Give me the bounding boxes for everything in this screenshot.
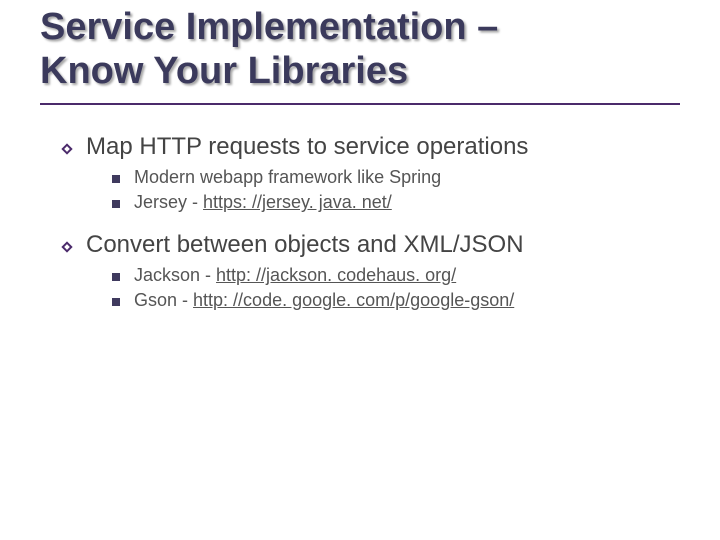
- bullet-level2: Gson - http: //code. google. com/p/googl…: [112, 290, 680, 311]
- list-item-text: Jackson - http: //jackson. codehaus. org…: [134, 265, 456, 286]
- slide-title: Service Implementation – Know Your Libra…: [40, 0, 680, 105]
- section-heading: Map HTTP requests to service operations: [86, 133, 528, 161]
- sub-list: Modern webapp framework like Spring Jers…: [112, 167, 680, 213]
- bullet-level2: Jersey - https: //jersey. java. net/: [112, 192, 680, 213]
- bullet-level2: Modern webapp framework like Spring: [112, 167, 680, 188]
- bullet-level1: Convert between objects and XML/JSON: [60, 231, 680, 259]
- diamond-bullet-icon: [60, 142, 74, 156]
- section-heading: Convert between objects and XML/JSON: [86, 231, 524, 259]
- bullet-level1: Map HTTP requests to service operations: [60, 133, 680, 161]
- list-item-text: Gson - http: //code. google. com/p/googl…: [134, 290, 514, 311]
- list-item-prefix: Jackson -: [134, 265, 216, 285]
- jackson-link[interactable]: http: //jackson. codehaus. org/: [216, 265, 456, 285]
- slide: Service Implementation – Know Your Libra…: [0, 0, 720, 540]
- gson-link[interactable]: http: //code. google. com/p/google-gson/: [193, 290, 514, 310]
- list-item-text: Modern webapp framework like Spring: [134, 167, 441, 188]
- title-line-2: Know Your Libraries: [40, 50, 408, 92]
- square-bullet-icon: [112, 273, 120, 281]
- jersey-link[interactable]: https: //jersey. java. net/: [203, 192, 392, 212]
- sub-list: Jackson - http: //jackson. codehaus. org…: [112, 265, 680, 311]
- list-item-text: Jersey - https: //jersey. java. net/: [134, 192, 392, 213]
- square-bullet-icon: [112, 298, 120, 306]
- square-bullet-icon: [112, 200, 120, 208]
- diamond-bullet-icon: [60, 240, 74, 254]
- square-bullet-icon: [112, 175, 120, 183]
- bullet-level2: Jackson - http: //jackson. codehaus. org…: [112, 265, 680, 286]
- slide-body: Map HTTP requests to service operations …: [40, 133, 680, 311]
- list-item-prefix: Gson -: [134, 290, 193, 310]
- title-line-1: Service Implementation –: [40, 6, 498, 48]
- list-item-prefix: Jersey -: [134, 192, 203, 212]
